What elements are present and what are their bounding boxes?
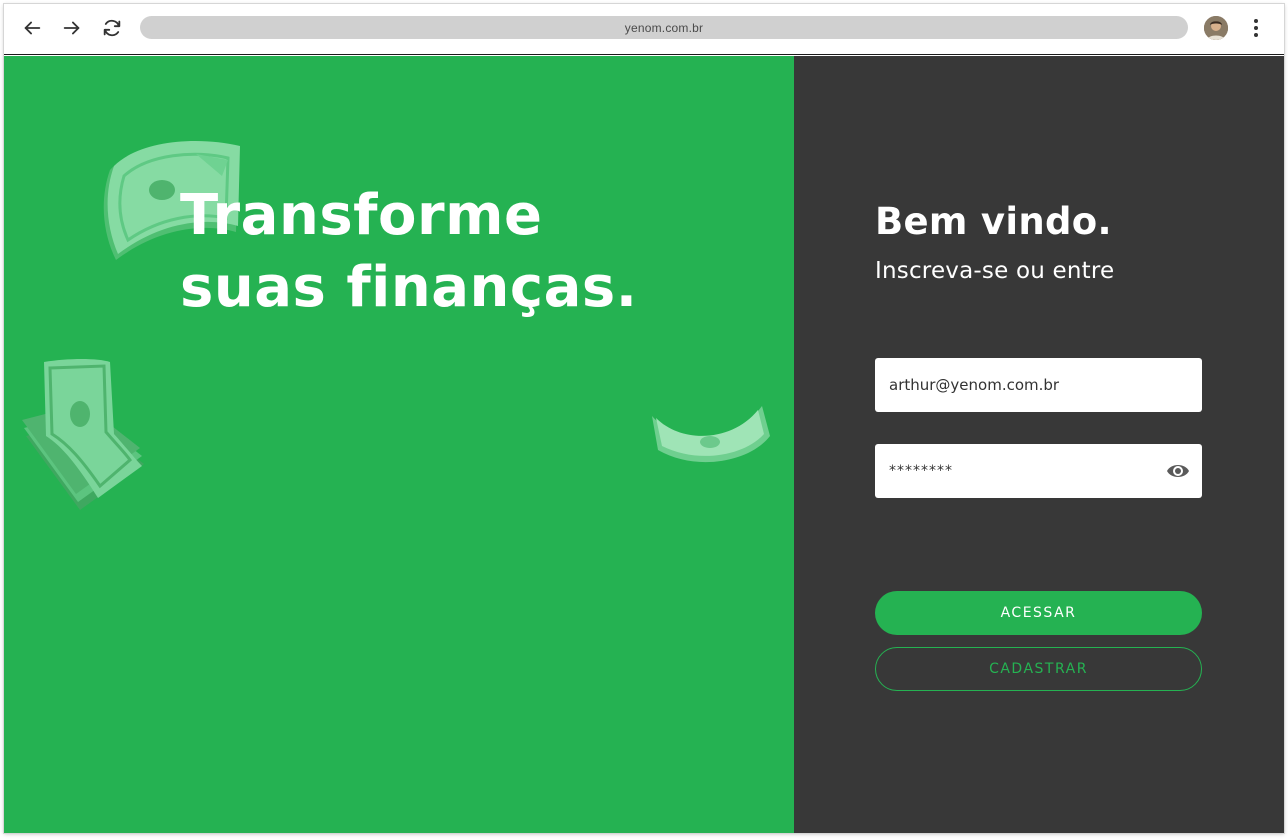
reload-button[interactable] <box>99 15 125 41</box>
hero-headline-line2: suas finanças. <box>180 255 638 320</box>
back-arrow-icon <box>24 21 41 35</box>
password-field[interactable]: ******** <box>875 444 1202 498</box>
hero-headline: Transforme suas finanças. <box>180 180 740 324</box>
browser-toolbar: yenom.com.br <box>4 4 1284 55</box>
money-bill-icon <box>652 406 770 463</box>
forward-arrow-icon <box>63 21 80 35</box>
back-button[interactable] <box>19 15 45 41</box>
hero-panel: Transforme suas finanças. <box>4 56 794 833</box>
hero-headline-line1: Transforme <box>180 183 543 248</box>
access-button[interactable]: ACESSAR <box>875 591 1202 635</box>
eye-icon[interactable] <box>1166 460 1190 482</box>
password-value: ******** <box>889 463 953 479</box>
more-vertical-icon[interactable] <box>1246 16 1266 40</box>
login-panel: Bem vindo. Inscreva-se ou entre arthur@y… <box>794 56 1284 833</box>
avatar[interactable] <box>1204 16 1228 40</box>
address-bar[interactable]: yenom.com.br <box>140 16 1188 39</box>
reload-icon <box>103 19 121 37</box>
forward-button[interactable] <box>59 15 85 41</box>
page-title: Bem vindo. <box>875 200 1112 243</box>
money-bill-icon <box>22 359 144 510</box>
page-subtitle: Inscreva-se ou entre <box>875 258 1115 284</box>
email-field[interactable]: arthur@yenom.com.br <box>875 358 1202 412</box>
browser-window: yenom.com.br Transforme suas finanças. B… <box>4 4 1284 833</box>
avatar-image <box>1204 16 1228 40</box>
register-button[interactable]: CADASTRAR <box>875 647 1202 691</box>
email-value: arthur@yenom.com.br <box>889 376 1060 394</box>
